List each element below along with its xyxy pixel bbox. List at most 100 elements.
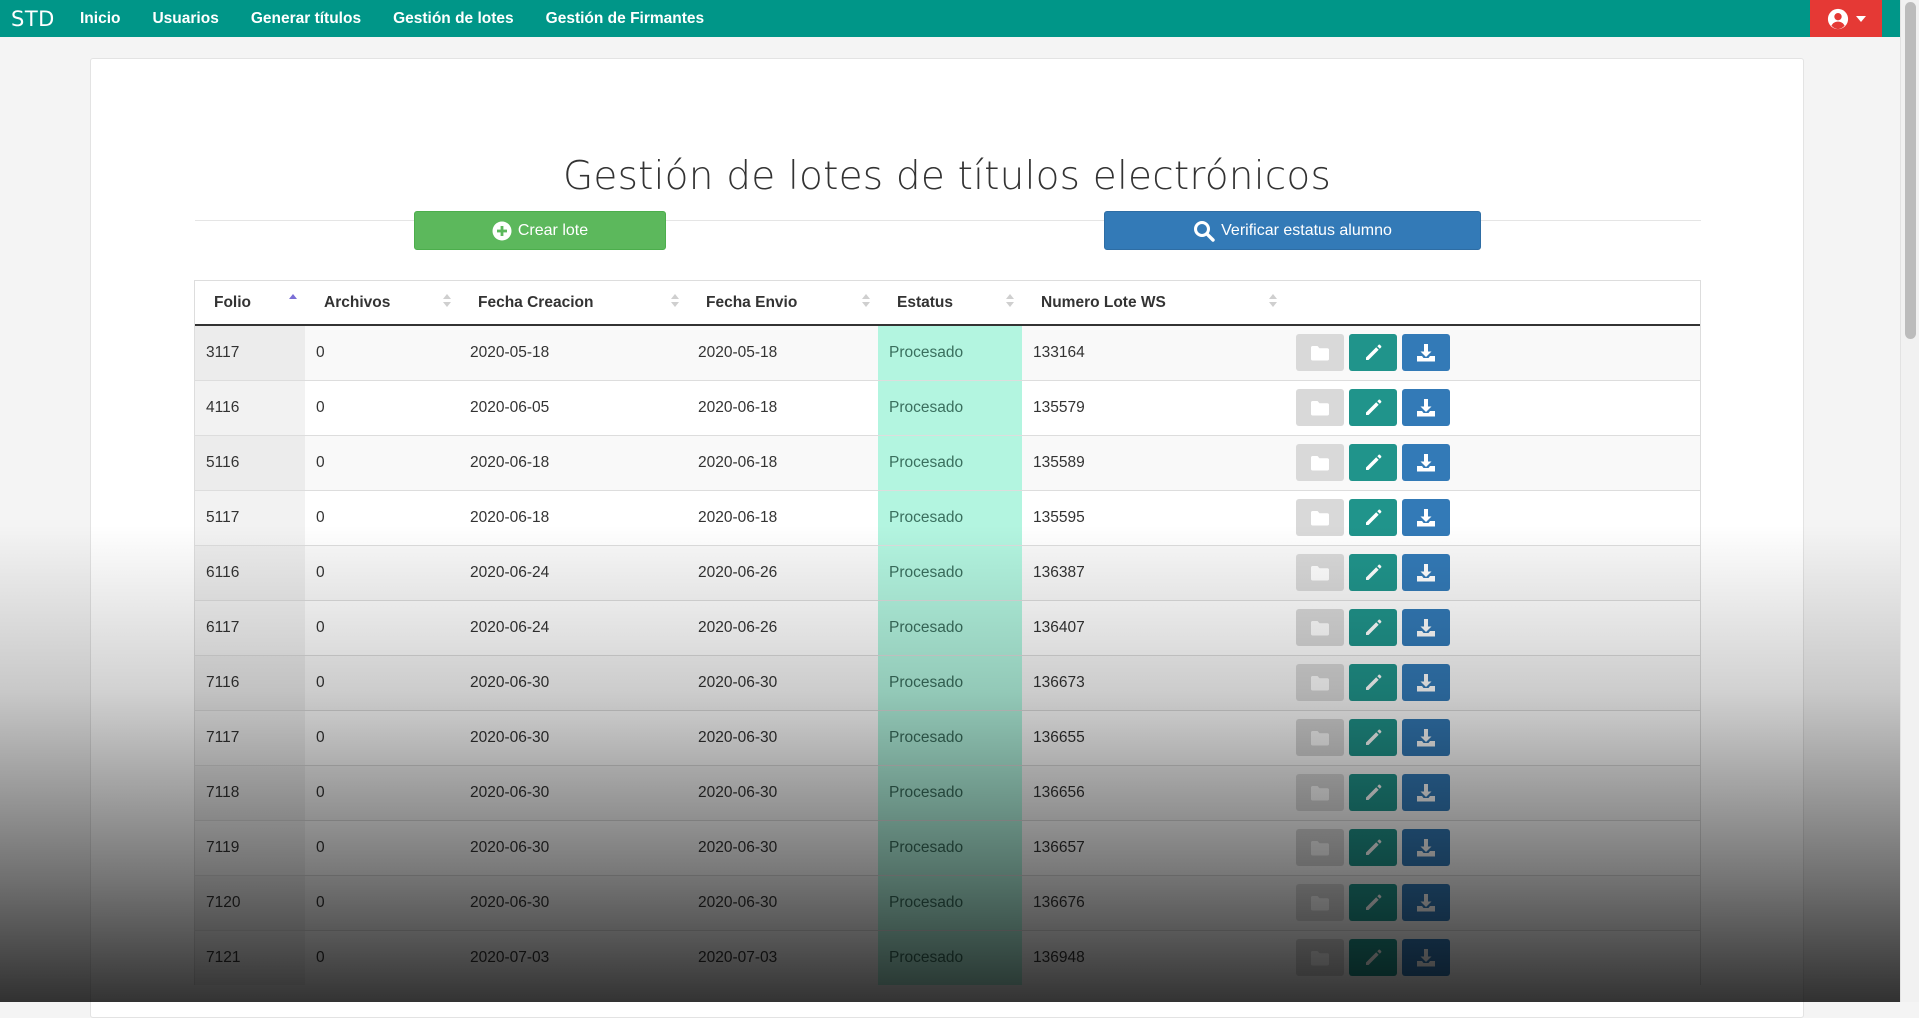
- cell-fecha-creacion: 2020-06-24: [459, 599, 687, 655]
- folder-icon: [1311, 510, 1329, 525]
- column-header-numero-lote-ws[interactable]: Numero Lote WS: [1022, 281, 1285, 326]
- scrollbar-thumb[interactable]: [1905, 2, 1916, 339]
- cell-archivos: 0: [305, 654, 459, 710]
- column-header-archivos[interactable]: Archivos: [305, 281, 459, 326]
- column-header-estatus[interactable]: Estatus: [878, 281, 1022, 326]
- download-button[interactable]: [1402, 774, 1450, 811]
- download-button[interactable]: [1402, 444, 1450, 481]
- download-button[interactable]: [1402, 664, 1450, 701]
- nav-item-gestion-lotes[interactable]: Gestión de lotes: [393, 10, 514, 28]
- cell-fecha-creacion: 2020-06-30: [459, 874, 687, 930]
- table-row: 7121 0 2020-07-03 2020-07-03 Procesado 136948: [195, 929, 1700, 985]
- column-header-estatus-label: Estatus: [897, 293, 953, 311]
- cell-estatus: Procesado: [878, 434, 1022, 490]
- edit-button[interactable]: [1349, 554, 1397, 591]
- open-folder-button[interactable]: [1296, 554, 1344, 591]
- download-button[interactable]: [1402, 939, 1450, 977]
- cell-estatus: Procesado: [878, 929, 1022, 985]
- nav-item-gestion-firmantes[interactable]: Gestión de Firmantes: [546, 10, 704, 28]
- open-folder-button[interactable]: [1296, 664, 1344, 701]
- page-scrollbar[interactable]: [1900, 0, 1919, 1002]
- open-folder-button[interactable]: [1296, 499, 1344, 536]
- open-folder-button[interactable]: [1296, 829, 1344, 866]
- cell-numero-lote-ws: 136655: [1022, 709, 1285, 765]
- cell-numero-lote-ws: 133164: [1022, 324, 1285, 380]
- cell-folio: 7118: [195, 764, 305, 820]
- cell-fecha-envio: 2020-06-18: [687, 434, 878, 490]
- download-icon: [1417, 673, 1435, 691]
- edit-button[interactable]: [1349, 884, 1397, 921]
- sort-indicator: [862, 294, 870, 307]
- column-header-fecha-creacion[interactable]: Fecha Creacion: [459, 281, 687, 326]
- open-folder-button[interactable]: [1296, 389, 1344, 426]
- edit-button[interactable]: [1349, 774, 1397, 811]
- cell-fecha-creacion: 2020-06-18: [459, 434, 687, 490]
- column-header-fecha-envio-label: Fecha Envio: [706, 293, 798, 311]
- nav-item-usuarios[interactable]: Usuarios: [152, 10, 218, 28]
- open-folder-button[interactable]: [1296, 444, 1344, 481]
- cell-numero-lote-ws: 135595: [1022, 489, 1285, 545]
- row-actions: [1296, 664, 1700, 701]
- download-button[interactable]: [1402, 334, 1450, 372]
- edit-button[interactable]: [1349, 719, 1397, 756]
- edit-button[interactable]: [1349, 939, 1397, 977]
- folder-icon: [1311, 950, 1329, 966]
- cell-numero-lote-ws: 136676: [1022, 874, 1285, 930]
- open-folder-button[interactable]: [1296, 609, 1344, 646]
- download-icon: [1417, 948, 1435, 967]
- cell-actions: [1285, 379, 1700, 435]
- cell-folio: 6117: [195, 599, 305, 655]
- edit-button[interactable]: [1349, 829, 1397, 866]
- edit-button[interactable]: [1349, 609, 1397, 646]
- brand-logo[interactable]: STD: [0, 7, 80, 31]
- cell-folio: 7119: [195, 819, 305, 875]
- download-icon: [1417, 618, 1435, 636]
- verify-student-status-button[interactable]: Verificar estatus alumno: [1104, 211, 1481, 250]
- pencil-icon: [1366, 399, 1382, 415]
- download-icon: [1417, 453, 1435, 471]
- table-row: 4116 0 2020-06-05 2020-06-18 Procesado 135579: [195, 379, 1700, 435]
- edit-button[interactable]: [1349, 389, 1397, 426]
- download-button[interactable]: [1402, 884, 1450, 921]
- cell-archivos: 0: [305, 324, 459, 380]
- cell-fecha-creacion: 2020-06-18: [459, 489, 687, 545]
- table-row: 7117 0 2020-06-30 2020-06-30 Procesado 136655: [195, 709, 1700, 765]
- download-button[interactable]: [1402, 829, 1450, 866]
- pencil-icon: [1366, 894, 1382, 910]
- cell-archivos: 0: [305, 764, 459, 820]
- column-header-folio[interactable]: Folio: [195, 281, 305, 326]
- download-button[interactable]: [1402, 554, 1450, 591]
- row-actions: [1296, 719, 1700, 756]
- sort-indicator: [1006, 294, 1014, 307]
- column-header-fecha-envio[interactable]: Fecha Envio: [687, 281, 878, 326]
- search-icon: [1194, 220, 1215, 242]
- cell-actions: [1285, 819, 1700, 875]
- download-button[interactable]: [1402, 499, 1450, 536]
- open-folder-button[interactable]: [1296, 774, 1344, 811]
- cell-actions: [1285, 489, 1700, 545]
- cell-folio: 5117: [195, 489, 305, 545]
- cell-folio: 5116: [195, 434, 305, 490]
- edit-button[interactable]: [1349, 334, 1397, 372]
- open-folder-button[interactable]: [1296, 719, 1344, 756]
- table-row: 7120 0 2020-06-30 2020-06-30 Procesado 136676: [195, 874, 1700, 930]
- open-folder-button[interactable]: [1296, 884, 1344, 921]
- edit-button[interactable]: [1349, 499, 1397, 536]
- create-lote-button[interactable]: Crear lote: [414, 211, 666, 250]
- cell-fecha-creacion: 2020-05-18: [459, 324, 687, 380]
- open-folder-button[interactable]: [1296, 939, 1344, 977]
- download-button[interactable]: [1402, 389, 1450, 426]
- nav-item-inicio[interactable]: Inicio: [80, 10, 120, 28]
- table-header-row: Folio Archivos Fecha Creacion Fecha Envi…: [195, 281, 1700, 326]
- user-menu-button[interactable]: [1810, 0, 1882, 37]
- cell-estatus: Procesado: [878, 654, 1022, 710]
- nav-item-generar-titulos[interactable]: Generar títulos: [251, 10, 361, 28]
- edit-button[interactable]: [1349, 444, 1397, 481]
- open-folder-button[interactable]: [1296, 334, 1344, 372]
- download-button[interactable]: [1402, 609, 1450, 646]
- download-button[interactable]: [1402, 719, 1450, 756]
- edit-button[interactable]: [1349, 664, 1397, 701]
- cell-folio: 4116: [195, 379, 305, 435]
- folder-icon: [1311, 345, 1329, 361]
- pencil-icon: [1366, 949, 1382, 965]
